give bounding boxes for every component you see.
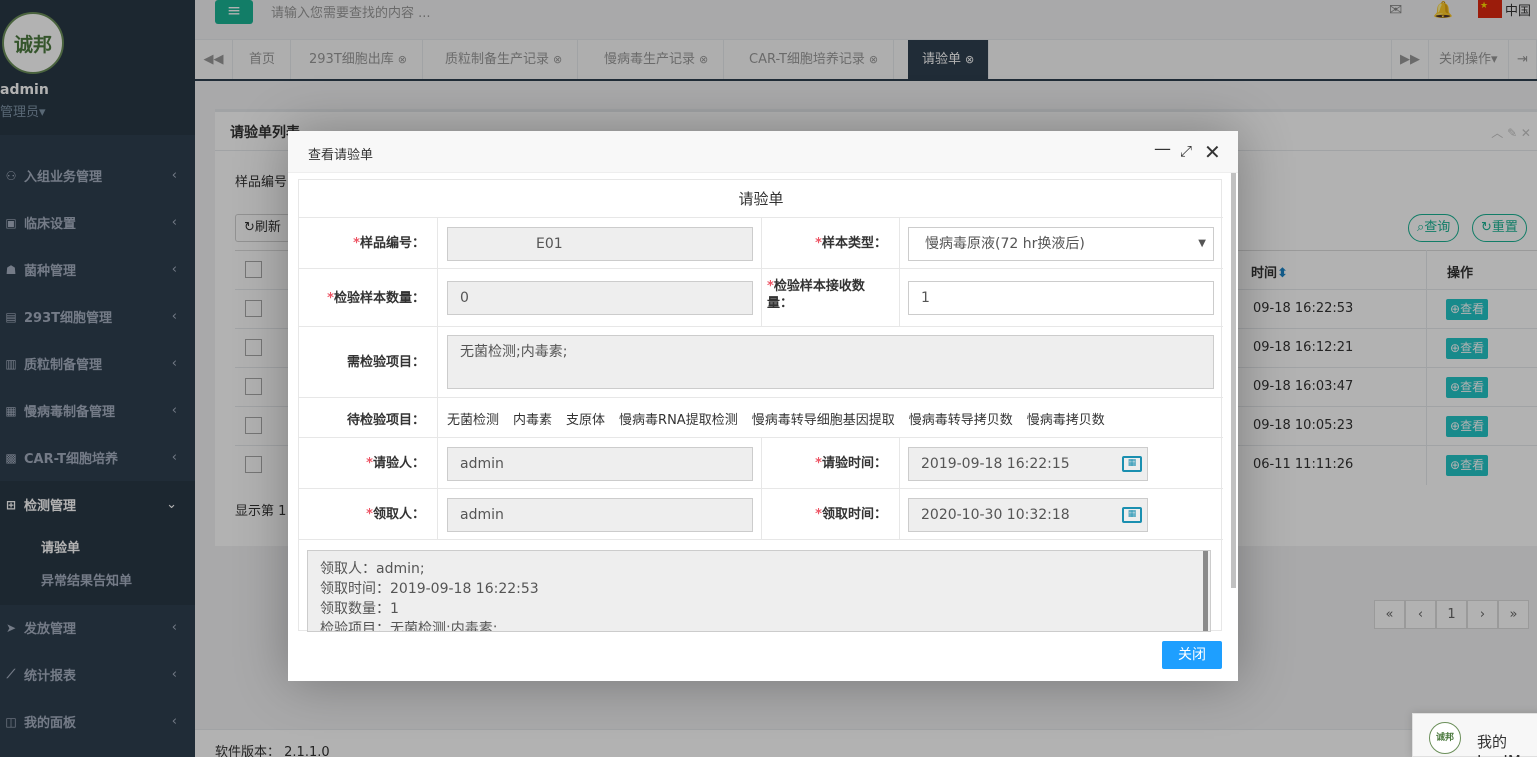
log-line: 领取时间：2019-09-18 16:22:53: [320, 581, 539, 597]
log-line: 领取人：admin;: [320, 561, 425, 577]
label-text: 样品编号：: [359, 236, 425, 251]
request-time-label: *请验时间：: [815, 456, 887, 471]
minimize-icon[interactable]: —: [1154, 139, 1171, 159]
layim-logo: 诚邦: [1429, 722, 1461, 754]
label-text: 检验样本接收数量：: [767, 279, 865, 311]
receiver-field[interactable]: admin: [447, 498, 753, 532]
requester-label: *请验人：: [366, 456, 425, 471]
label-text: 领取时间：: [821, 507, 887, 522]
receive-time-label: *领取时间：: [815, 507, 887, 522]
chevron-down-icon: ▼: [1198, 238, 1206, 249]
pending-item: 慢病毒RNA提取检测: [619, 413, 738, 428]
layim-label: 我的LayIM: [1477, 733, 1521, 757]
datetime-value: 2019-09-18 16:22:15: [921, 456, 1070, 472]
receiver-label: *领取人：: [366, 507, 425, 522]
label-text: 请验时间：: [821, 456, 887, 471]
need-items-field[interactable]: 无菌检测;内毒素;: [447, 335, 1214, 389]
form-title: 请验单: [299, 180, 1223, 218]
label-text: 检验样本数量：: [333, 291, 425, 306]
form-row-pending-items: 待检验项目： 无菌检测 内毒素 支原体 慢病毒RNA提取检测 慢病毒转导细胞基因提取 慢病…: [299, 398, 1223, 438]
need-items-label: 需检验项目：: [346, 355, 425, 370]
history-log-textarea[interactable]: 领取人：admin; 领取时间：2019-09-18 16:22:53 领取数量：1…: [307, 550, 1211, 632]
pending-item: 慢病毒拷贝数: [1026, 413, 1105, 428]
log-line: 检验项目：无菌检测;内毒素;: [320, 621, 498, 632]
label-text: 领取人：: [372, 507, 425, 522]
calendar-icon[interactable]: ▦: [1122, 507, 1142, 523]
sample-qty-field[interactable]: 0: [447, 281, 753, 315]
sample-no-label: *样品编号：: [353, 236, 425, 251]
form-row-receiver: *领取人： admin *领取时间： 2020-10-30 10:32:18 ▦: [299, 489, 1223, 540]
textarea-scrollbar[interactable]: [1203, 551, 1208, 631]
modal-scrollbar[interactable]: [1231, 173, 1236, 588]
pending-item: 慢病毒转导拷贝数: [908, 413, 1013, 428]
label-text: 样本类型：: [821, 236, 887, 251]
view-request-modal: 查看请验单 — ⤢ ✕ 请验单 *样品编号： E01 *样本类型： 慢病毒原液(…: [288, 131, 1238, 681]
divider: [437, 218, 438, 268]
request-time-field[interactable]: 2019-09-18 16:22:15 ▦: [908, 447, 1148, 481]
pending-item: 内毒素: [513, 413, 553, 428]
form-row-requester: *请验人： admin *请验时间： 2019-09-18 16:22:15 ▦: [299, 438, 1223, 489]
divider: [437, 438, 438, 488]
divider: [899, 438, 900, 488]
sample-qty-label: *检验样本数量：: [327, 291, 425, 306]
sample-type-select[interactable]: 慢病毒原液(72 hr换液后) ▼: [908, 227, 1214, 261]
sample-type-label: *样本类型：: [815, 236, 887, 251]
divider: [437, 489, 438, 539]
label-text: 请验人：: [372, 456, 425, 471]
divider: [437, 327, 438, 397]
log-line: 领取数量：1: [320, 601, 399, 617]
divider: [899, 269, 900, 326]
close-icon[interactable]: ✕: [1204, 140, 1221, 164]
calendar-icon[interactable]: ▦: [1122, 456, 1142, 472]
recv-qty-field[interactable]: 1: [908, 281, 1214, 315]
pending-items-label: 待检验项目：: [346, 413, 425, 428]
pending-item: 无菌检测: [447, 413, 500, 428]
pending-item: 慢病毒转导细胞基因提取: [751, 413, 895, 428]
form-row-sample: *样品编号： E01 *样本类型： 慢病毒原液(72 hr换液后) ▼: [299, 218, 1223, 269]
pending-item: 支原体: [566, 413, 606, 428]
modal-title: 查看请验单: [308, 148, 374, 163]
requester-field[interactable]: admin: [447, 447, 753, 481]
form-row-need-items: 需检验项目： 无菌检测;内毒素;: [299, 327, 1223, 398]
modal-header: 查看请验单 — ⤢ ✕: [288, 131, 1238, 173]
maximize-icon[interactable]: ⤢: [1180, 142, 1192, 160]
pending-items-list: 无菌检测 内毒素 支原体 慢病毒RNA提取检测 慢病毒转导细胞基因提取 慢病毒转导拷贝数慢…: [447, 409, 1119, 428]
sample-no-field[interactable]: E01: [447, 227, 753, 261]
divider: [899, 489, 900, 539]
request-form: 请验单 *样品编号： E01 *样本类型： 慢病毒原液(72 hr换液后) ▼ *…: [298, 179, 1223, 632]
divider: [437, 398, 438, 437]
divider: [761, 269, 762, 326]
receive-time-field[interactable]: 2020-10-30 10:32:18 ▦: [908, 498, 1148, 532]
divider: [437, 269, 438, 326]
layim-widget[interactable]: 诚邦 我的LayIM: [1412, 713, 1537, 757]
datetime-value: 2020-10-30 10:32:18: [921, 507, 1070, 523]
select-value: 慢病毒原液(72 hr换液后): [925, 236, 1085, 252]
divider: [899, 218, 900, 268]
close-button[interactable]: 关闭: [1162, 641, 1222, 669]
recv-qty-label: *检验样本接收数量：: [767, 279, 865, 311]
form-row-quantity: *检验样本数量： 0 *检验样本接收数量： 1: [299, 269, 1223, 327]
